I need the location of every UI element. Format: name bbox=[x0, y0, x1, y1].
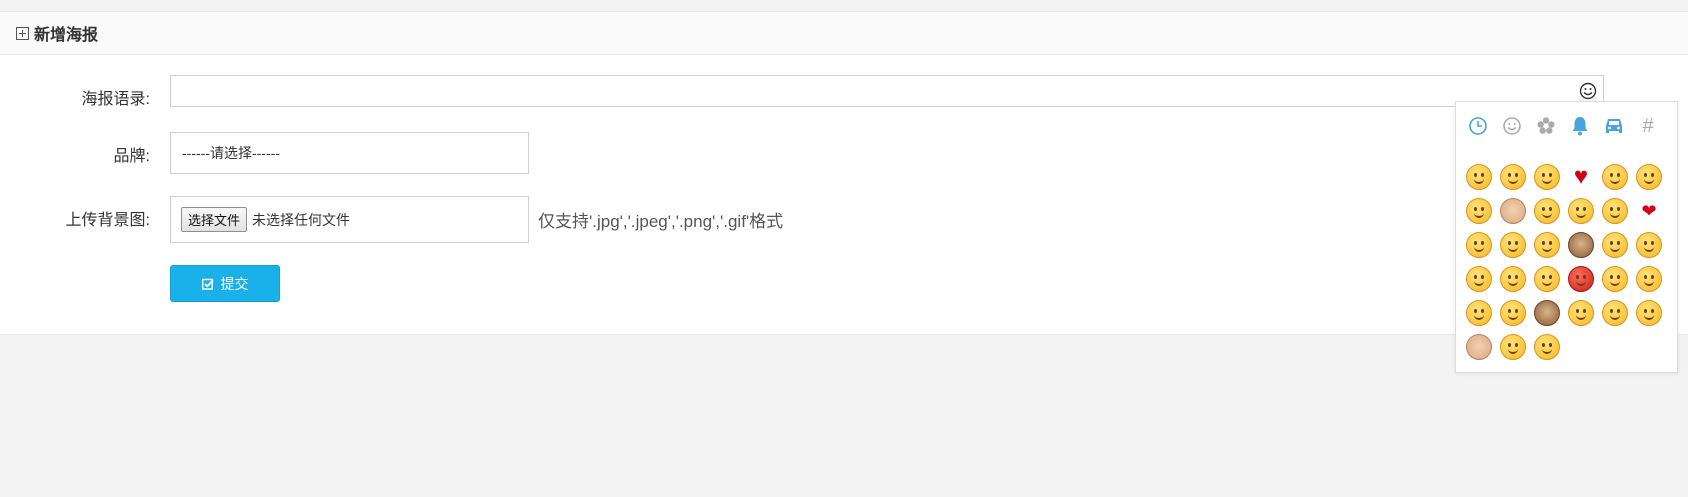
smiley-tab-icon[interactable] bbox=[1500, 114, 1524, 138]
heart-eyes-emoji[interactable] bbox=[1602, 164, 1628, 190]
wink-emoji[interactable] bbox=[1602, 232, 1628, 258]
blush-emoji[interactable] bbox=[1636, 164, 1662, 190]
relieved-emoji-2[interactable] bbox=[1568, 300, 1594, 326]
relieved-emoji[interactable] bbox=[1568, 198, 1594, 224]
smirk-emoji[interactable] bbox=[1602, 266, 1628, 292]
joy-emoji[interactable] bbox=[1500, 164, 1526, 190]
file-status: 未选择任何文件 bbox=[252, 211, 351, 228]
smile-emoji[interactable] bbox=[1466, 164, 1492, 190]
disappointed-emoji[interactable] bbox=[1636, 266, 1662, 292]
plus-square-icon bbox=[16, 26, 29, 40]
car-icon[interactable] bbox=[1602, 114, 1626, 138]
scream-emoji[interactable] bbox=[1534, 266, 1560, 292]
smiley-emoji[interactable] bbox=[1636, 232, 1662, 258]
sob-emoji[interactable] bbox=[1602, 198, 1628, 224]
see-no-evil-emoji[interactable] bbox=[1568, 232, 1594, 258]
ok-hand-emoji[interactable] bbox=[1466, 334, 1492, 360]
tongue-closed-eyes-emoji[interactable] bbox=[1500, 266, 1526, 292]
check-square-icon bbox=[201, 278, 214, 290]
submit-button[interactable]: 提交 bbox=[170, 265, 280, 302]
panel-header: 新增海报 bbox=[0, 12, 1688, 55]
page-title: 新增海报 bbox=[34, 27, 99, 44]
brand-select[interactable]: ------请选择------ bbox=[170, 132, 529, 174]
speak-no-evil-emoji[interactable] bbox=[1534, 300, 1560, 326]
brand-label: 品牌: bbox=[113, 148, 150, 165]
rage-emoji[interactable] bbox=[1568, 266, 1594, 292]
grin-emoji[interactable] bbox=[1466, 198, 1492, 224]
yum-emoji[interactable] bbox=[1636, 300, 1662, 326]
confused-emoji[interactable] bbox=[1534, 334, 1560, 360]
kissing-closed-eyes-emoji[interactable] bbox=[1500, 300, 1526, 326]
file-format-hint: 仅支持'.jpg','.jpeg','.png','.gif'格式 bbox=[538, 212, 784, 231]
upload-label: 上传背景图: bbox=[65, 212, 150, 229]
choose-file-button[interactable]: 选择文件 bbox=[181, 207, 248, 232]
emoji-tabs: # bbox=[1456, 102, 1677, 157]
bell-icon[interactable] bbox=[1568, 114, 1592, 138]
emoji-picker: # ♥ ❤ bbox=[1455, 101, 1678, 373]
slogan-label: 海报语录: bbox=[81, 91, 150, 108]
relaxed-emoji[interactable] bbox=[1534, 198, 1560, 224]
thumbsup-emoji[interactable] bbox=[1500, 198, 1526, 224]
slogan-input[interactable] bbox=[170, 75, 1604, 107]
cry-emoji[interactable] bbox=[1466, 266, 1492, 292]
hash-icon[interactable]: # bbox=[1636, 114, 1660, 138]
winking-tongue-emoji[interactable] bbox=[1534, 232, 1560, 258]
kissing-heart-emoji[interactable] bbox=[1534, 164, 1560, 190]
flushed-emoji[interactable] bbox=[1500, 232, 1526, 258]
flower-icon[interactable] bbox=[1534, 114, 1558, 138]
submit-label: 提交 bbox=[220, 275, 249, 292]
unamused-emoji[interactable] bbox=[1466, 232, 1492, 258]
kiss-emoji[interactable]: ❤ bbox=[1636, 198, 1662, 224]
clock-icon[interactable] bbox=[1466, 114, 1490, 138]
grinning-emoji[interactable] bbox=[1602, 300, 1628, 326]
heart-emoji[interactable]: ♥ bbox=[1568, 164, 1594, 190]
sweat-smile-emoji[interactable] bbox=[1466, 300, 1492, 326]
emoji-toggle-icon[interactable] bbox=[1579, 82, 1597, 100]
neutral-face-emoji[interactable] bbox=[1500, 334, 1526, 360]
background-file-input: 选择文件 未选择任何文件 bbox=[170, 196, 529, 243]
